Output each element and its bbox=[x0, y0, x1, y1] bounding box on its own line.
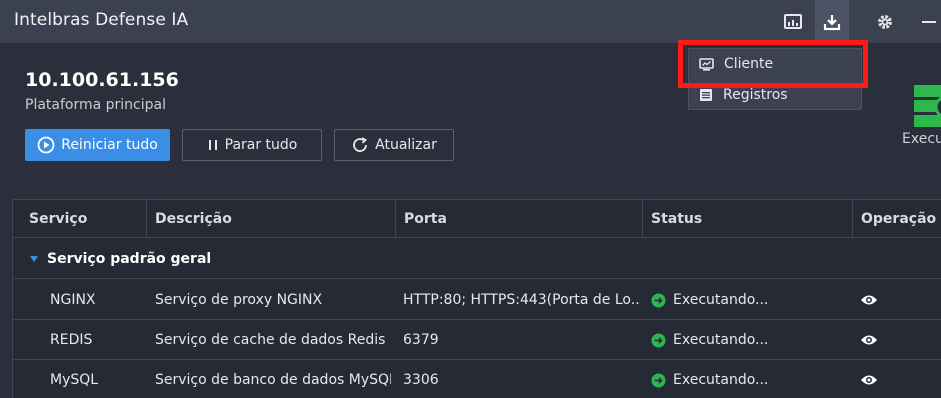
table-row: MySQL Serviço de banco de dados MySQL 33… bbox=[13, 360, 941, 398]
column-header-operation: Operação bbox=[852, 200, 941, 238]
service-name: REDIS bbox=[50, 332, 93, 348]
running-icon bbox=[651, 333, 666, 347]
service-status: Executando... bbox=[651, 320, 847, 360]
status-label: Executando... bbox=[673, 372, 769, 388]
column-header-service: Serviço bbox=[29, 211, 88, 227]
running-icon bbox=[651, 373, 666, 387]
services-table: Serviço Descrição Porta Status Operação … bbox=[12, 199, 941, 398]
refresh-button[interactable]: Atualizar bbox=[334, 129, 454, 161]
column-header-port: Porta bbox=[395, 200, 642, 238]
service-port: 3306 bbox=[403, 372, 439, 388]
running-icon bbox=[651, 293, 666, 307]
service-status: Executando... bbox=[651, 280, 847, 320]
restart-all-button[interactable]: Reiniciar tudo bbox=[25, 129, 170, 161]
app-title: Intelbras Defense IA bbox=[14, 10, 189, 30]
table-header: Serviço Descrição Porta Status Operação bbox=[13, 200, 941, 238]
server-ip: 10.100.61.156 bbox=[25, 69, 179, 91]
menu-item-label: Registros bbox=[723, 87, 788, 103]
stop-all-button[interactable]: Parar tudo bbox=[182, 129, 322, 161]
server-status-label: Execu bbox=[902, 131, 941, 147]
column-header-status: Status bbox=[642, 200, 852, 238]
view-icon[interactable] bbox=[860, 280, 880, 320]
server-status-icon bbox=[914, 85, 941, 127]
restart-all-label: Reiniciar tudo bbox=[61, 137, 158, 153]
pause-icon bbox=[208, 140, 217, 150]
gear-icon[interactable] bbox=[868, 0, 902, 43]
caret-down-icon[interactable] bbox=[29, 255, 39, 263]
table-row: REDIS Serviço de cache de dados Redis 63… bbox=[13, 320, 941, 360]
stop-all-label: Parar tudo bbox=[224, 137, 298, 153]
minimize-icon[interactable] bbox=[918, 0, 940, 43]
service-description: Serviço de banco de dados MySQL bbox=[155, 372, 391, 388]
status-label: Executando... bbox=[673, 292, 769, 308]
refresh-icon bbox=[353, 137, 368, 152]
group-label: Serviço padrão geral bbox=[47, 250, 212, 267]
monitor-icon[interactable] bbox=[776, 0, 810, 43]
service-description: Serviço de proxy NGINX bbox=[155, 292, 323, 308]
list-icon bbox=[700, 89, 712, 101]
play-circle-icon bbox=[37, 136, 55, 154]
view-icon[interactable] bbox=[860, 360, 880, 398]
refresh-label: Atualizar bbox=[375, 137, 437, 153]
service-name: MySQL bbox=[50, 372, 99, 388]
group-row[interactable]: Serviço padrão geral bbox=[13, 239, 941, 279]
service-port: 6379 bbox=[403, 332, 439, 348]
column-header-description: Descrição bbox=[146, 200, 395, 238]
service-status: Executando... bbox=[651, 360, 847, 398]
service-description: Serviço de cache de dados Redis bbox=[155, 332, 386, 348]
status-label: Executando... bbox=[673, 332, 769, 348]
service-name: NGINX bbox=[50, 292, 96, 308]
server-role: Plataforma principal bbox=[25, 97, 166, 113]
download-icon[interactable] bbox=[815, 0, 849, 43]
title-bar: Intelbras Defense IA bbox=[0, 0, 941, 43]
service-port: HTTP:80; HTTPS:443(Porta de Lo... bbox=[403, 292, 639, 308]
view-icon[interactable] bbox=[860, 320, 880, 360]
table-row: NGINX Serviço de proxy NGINX HTTP:80; HT… bbox=[13, 280, 941, 320]
highlight-box bbox=[678, 40, 868, 88]
